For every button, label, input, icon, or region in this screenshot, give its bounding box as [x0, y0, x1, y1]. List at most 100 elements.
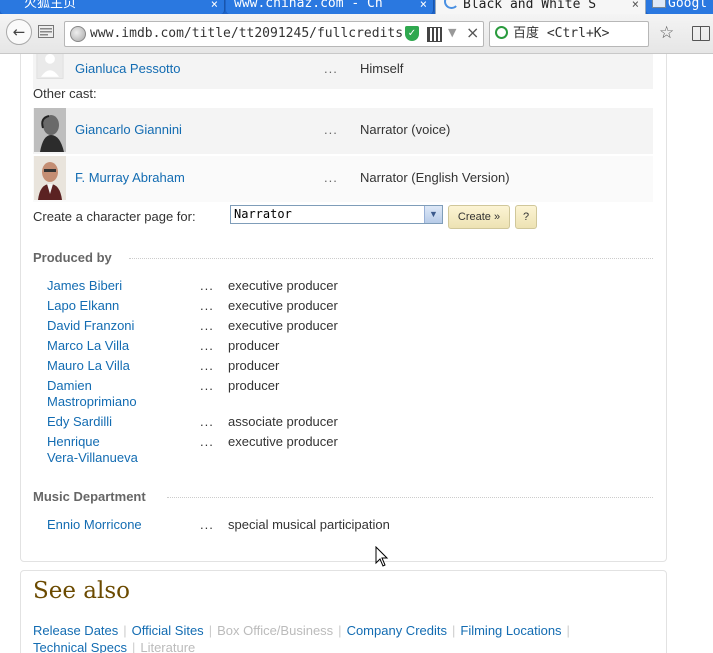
crew-name-link[interactable]: Edy Sardilli	[47, 414, 187, 430]
list-item: Henrique Vera-Villanueva ... executive p…	[47, 434, 647, 468]
globe-icon	[70, 26, 86, 42]
music-department-list: Ennio Morricone ... special musical part…	[47, 517, 647, 537]
crew-dots: ...	[200, 434, 214, 449]
search-input[interactable]: 百度 <Ctrl+K>	[513, 22, 609, 46]
crew-name-link[interactable]: Lapo Elkann	[47, 298, 187, 314]
tab-imdb[interactable]: Black and White S ×	[435, 0, 646, 14]
cast-dots: ...	[324, 122, 338, 137]
see-also-card: See also Release Dates | Official Sites | Bo…	[20, 570, 667, 653]
crew-dots: ...	[200, 338, 214, 353]
crew-dots: ...	[200, 358, 214, 373]
page-icon[interactable]	[38, 25, 54, 38]
crew-name-link[interactable]: Damien Mastroprimiano	[47, 378, 187, 410]
tab-label: Black and White S	[463, 0, 597, 12]
security-shield-icon[interactable]: ✓	[405, 26, 419, 41]
help-button[interactable]: ?	[515, 205, 537, 229]
crew-name-link[interactable]: Mauro La Villa	[47, 358, 187, 374]
loading-spinner-icon	[444, 0, 459, 9]
company-credits-link[interactable]: Company Credits	[347, 623, 447, 638]
tab-chinaz[interactable]: www.chinaz.com - Ch ×	[226, 0, 434, 14]
cast-name-link[interactable]: Gianluca Pessotto	[75, 61, 181, 77]
avatar-photo[interactable]	[34, 108, 66, 152]
see-also-links: Release Dates | Official Sites | Box Office/…	[33, 622, 653, 653]
list-item: Lapo Elkann ... executive producer	[47, 298, 647, 316]
cast-dots: ...	[324, 170, 338, 185]
crew-role: executive producer	[228, 278, 338, 293]
tab-close-icon[interactable]: ×	[211, 0, 218, 14]
tab-label: www.chinaz.com - Ch	[234, 0, 383, 11]
cast-row: Giancarlo Giannini ... Narrator (voice)	[33, 108, 653, 154]
navigation-toolbar: ← www.imdb.com/title/tt2091245/fullcredi…	[0, 14, 713, 54]
list-item: Mauro La Villa ... producer	[47, 358, 647, 376]
url-clear-icon[interactable]: ×	[466, 23, 479, 42]
crew-dots: ...	[200, 517, 214, 532]
tab-label: 火狐主页	[24, 0, 77, 11]
tab-close-icon[interactable]: ×	[420, 0, 427, 14]
crew-name-link[interactable]: David Franzoni	[47, 318, 187, 334]
create-button[interactable]: Create »	[448, 205, 510, 229]
crew-name-link[interactable]: Ennio Morricone	[47, 517, 187, 533]
search-box[interactable]: 百度 <Ctrl+K>	[489, 21, 649, 47]
section-divider	[167, 497, 653, 498]
tab-google[interactable]: Googl	[646, 0, 713, 14]
link-separator: |	[131, 640, 136, 653]
cast-role: Narrator (English Version)	[360, 170, 510, 185]
technical-specs-link[interactable]: Technical Specs	[33, 640, 127, 653]
crew-name-link[interactable]: Marco La Villa	[47, 338, 187, 354]
back-button[interactable]: ←	[6, 19, 32, 45]
chevron-down-icon[interactable]: ▼	[424, 206, 442, 223]
tab-strip: 火狐主页 × www.chinaz.com - Ch × Black and W…	[0, 0, 713, 14]
crew-dots: ...	[200, 414, 214, 429]
page-favicon-icon	[652, 0, 666, 8]
character-select[interactable]: Narrator ▼	[230, 205, 443, 224]
create-character-row: Create a character page for: Narrator ▼ …	[33, 205, 653, 229]
crew-dots: ...	[200, 278, 214, 293]
tab-label: Googl	[668, 0, 708, 11]
other-cast-label: Other cast:	[33, 86, 97, 101]
produced-by-heading: Produced by	[33, 250, 112, 265]
filming-locations-link[interactable]: Filming Locations	[460, 623, 561, 638]
link-separator: |	[566, 623, 570, 638]
crew-name-link[interactable]: James Biberi	[47, 278, 187, 294]
url-bar[interactable]: www.imdb.com/title/tt2091245/fullcredits…	[64, 21, 484, 47]
create-character-label: Create a character page for:	[33, 209, 196, 224]
cast-name-link[interactable]: F. Murray Abraham	[75, 170, 185, 186]
bookmarks-library-icon[interactable]	[692, 26, 710, 41]
search-icon	[495, 26, 508, 39]
cast-role: Narrator (voice)	[360, 122, 451, 137]
release-dates-link[interactable]: Release Dates	[33, 623, 118, 638]
crew-dots: ...	[200, 318, 214, 333]
crew-role: executive producer	[228, 298, 338, 313]
avatar-placeholder-icon[interactable]	[34, 54, 66, 85]
crew-name-link[interactable]: Henrique Vera-Villanueva	[47, 434, 187, 466]
crew-role: special musical participation	[228, 517, 390, 532]
list-item: Damien Mastroprimiano ... producer	[47, 378, 647, 412]
crew-dots: ...	[200, 378, 214, 393]
music-department-heading: Music Department	[33, 489, 146, 504]
qr-code-icon[interactable]	[427, 27, 442, 42]
url-text[interactable]: www.imdb.com/title/tt2091245/fullcredits	[90, 22, 402, 46]
link-separator: |	[208, 623, 213, 638]
link-separator: |	[338, 623, 342, 638]
list-item: Marco La Villa ... producer	[47, 338, 647, 356]
cast-row: F. Murray Abraham ... Narrator (English …	[33, 156, 653, 202]
box-office-link-disabled: Box Office/Business	[217, 623, 334, 638]
link-separator: |	[123, 623, 127, 638]
tab-close-icon[interactable]: ×	[632, 0, 639, 14]
full-credits-card: Gianluca Pessotto ... Himself Other cast…	[20, 54, 667, 562]
literature-link-disabled: Literature	[140, 640, 196, 653]
avatar-photo[interactable]	[34, 156, 66, 200]
produced-by-list: James Biberi ... executive producer Lapo…	[47, 278, 647, 468]
section-divider	[129, 258, 653, 259]
crew-dots: ...	[200, 298, 214, 313]
official-sites-link[interactable]: Official Sites	[132, 623, 204, 638]
crew-role: executive producer	[228, 434, 338, 449]
list-item: Edy Sardilli ... associate producer	[47, 414, 647, 432]
tab-firefox-home[interactable]: 火狐主页 ×	[0, 0, 225, 14]
link-separator: |	[452, 623, 456, 638]
url-dropdown-icon[interactable]: ▼	[448, 26, 456, 39]
cast-name-link[interactable]: Giancarlo Giannini	[75, 122, 182, 138]
cast-role: Himself	[360, 61, 404, 76]
bookmark-star-icon[interactable]: ☆	[659, 23, 674, 43]
crew-role: producer	[228, 378, 280, 393]
